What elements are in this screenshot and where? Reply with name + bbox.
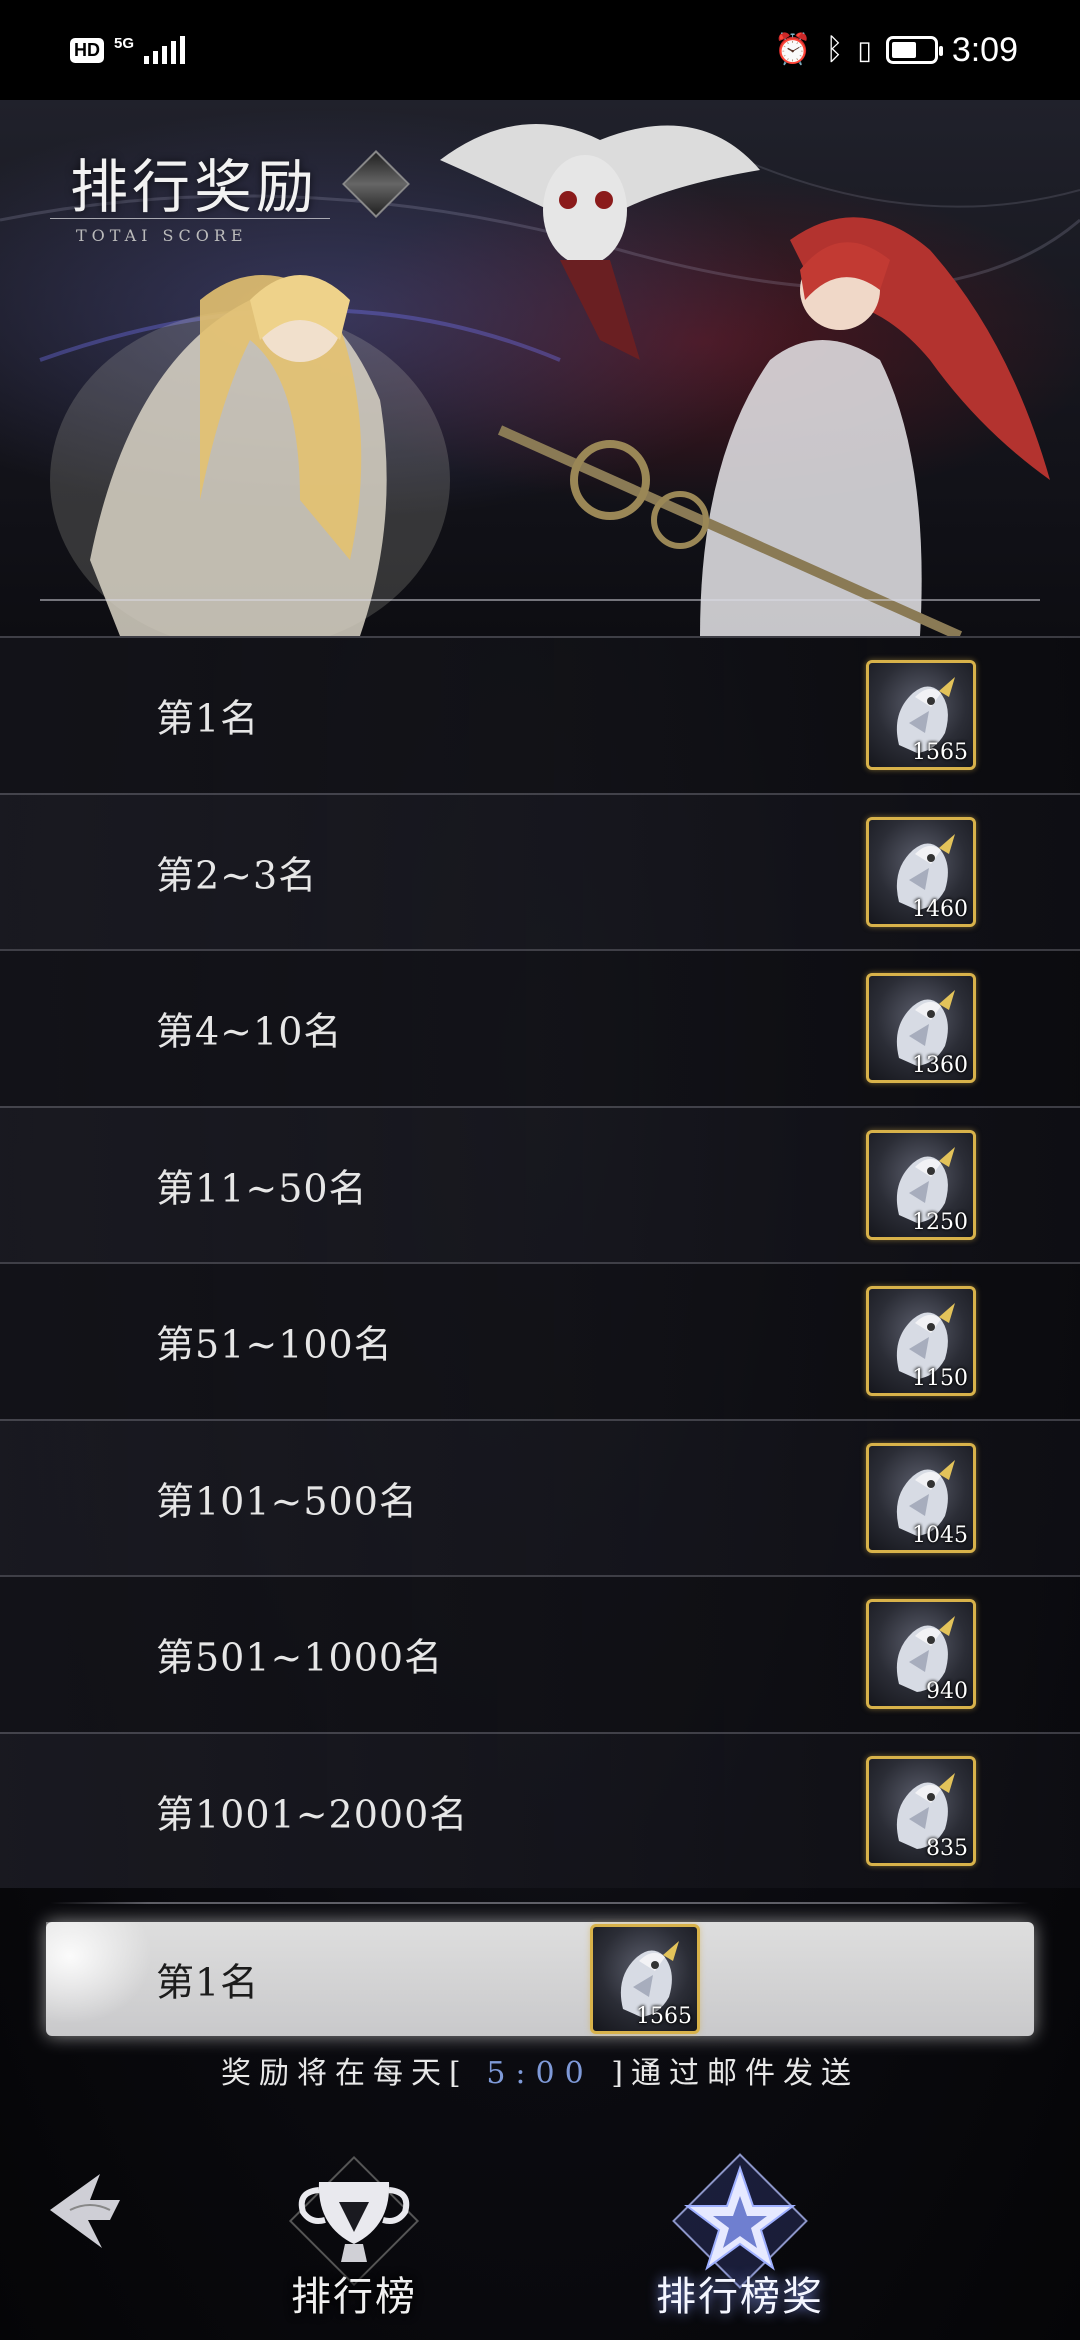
status-bar: HD 5G ⏰ ᛒ ▯ 3:09 [0,0,1080,100]
status-bar-left: HD 5G [70,34,186,64]
reward-item[interactable]: 940 [866,1599,976,1710]
rank-row: 第4~10名 1360 [0,949,1080,1106]
rank-label: 第1001~2000名 [156,1792,469,1837]
my-reward-item[interactable]: 1565 [590,1924,700,2034]
rank-label: 第501~1000名 [156,1635,444,1680]
vibrate-icon: ▯ [857,35,872,65]
my-rank-label: 第1名 [156,1960,260,2005]
reward-count: 1565 [636,2004,692,2029]
page-title: 排行奖励 [70,153,319,221]
rank-row: 第2~3名 1460 [0,792,1080,949]
tab-leaderboard[interactable]: 排行榜 [234,2140,474,2340]
bluetooth-icon: ᛒ [825,32,844,67]
reward-count: 940 [926,1679,968,1705]
hero-banner: 排行奖励 TOTAI SCORE [0,100,1080,636]
rank-label: 第11~50名 [156,1166,368,1211]
rank-reward-list[interactable]: 第1名 1565 第2~3名 1460 第4~10名 1360 第11~50名 1250 第51… [0,636,1080,1898]
clock: 3:09 [951,30,1018,69]
reward-item[interactable]: 1045 [866,1442,976,1553]
rose-flourish-icon [46,1922,166,2036]
reward-item[interactable]: 1250 [866,1129,976,1240]
rank-label: 第2~3名 [156,853,318,898]
hd-badge: HD [70,37,104,63]
status-bar-right: ⏰ ᛒ ▯ 3:09 [774,31,1018,70]
notice-prefix: 奖励将在每天[ [221,2056,469,2091]
reward-count: 1460 [912,896,968,922]
tab-rank-rewards-label: 排行榜奖 [656,2274,824,2320]
rank-row: 第501~1000名 940 [0,1575,1080,1732]
reward-item[interactable]: 1360 [866,973,976,1084]
back-arrow-icon [50,2174,120,2248]
rank-row: 第101~500名 1045 [0,1418,1080,1575]
reward-count: 1045 [912,1522,968,1548]
rank-label: 第101~500名 [156,1479,418,1524]
page-subtitle: TOTAI SCORE [76,226,248,245]
alarm-icon: ⏰ [774,33,812,66]
reward-count: 835 [926,1835,968,1861]
bottom-nav: 排行榜 排行榜奖 [0,2130,1080,2340]
rank-row: 第11~50名 1250 [0,1105,1080,1262]
reward-item[interactable]: 1460 [866,816,976,927]
rank-label: 第4~10名 [156,1009,343,1054]
back-button[interactable] [40,2160,130,2260]
notice-suffix: ]通过邮件发送 [611,2056,859,2091]
rank-label: 第1名 [156,696,260,741]
rank-row: 第51~100名 1150 [0,1262,1080,1419]
reward-notice: 奖励将在每天[ 5:00 ]通过邮件发送 [0,2048,1080,2092]
tab-leaderboard-label: 排行榜 [291,2274,417,2320]
reward-count: 1360 [912,1053,968,1079]
rank-row: 第1名 1565 [0,636,1080,793]
tab-rank-rewards[interactable]: 排行榜奖 [620,2140,860,2340]
reward-count: 1565 [912,740,968,766]
battery-icon [885,36,943,64]
network-type: 5G [114,34,135,52]
reward-item[interactable]: 1565 [866,660,976,771]
reward-item[interactable]: 1150 [866,1286,976,1397]
rank-label: 第51~100名 [156,1322,393,1367]
notice-time: 5:00 [486,2056,594,2091]
rank-row: 第1001~2000名 835 [0,1731,1080,1888]
list-divider [50,1902,1030,1904]
title-underline [50,218,330,219]
my-rank-panel: 第1名 1565 [46,1922,1034,2036]
signal-icon [144,36,186,64]
reward-count: 1150 [912,1366,968,1392]
reward-count: 1250 [912,1209,968,1235]
reward-item[interactable]: 835 [866,1755,976,1866]
